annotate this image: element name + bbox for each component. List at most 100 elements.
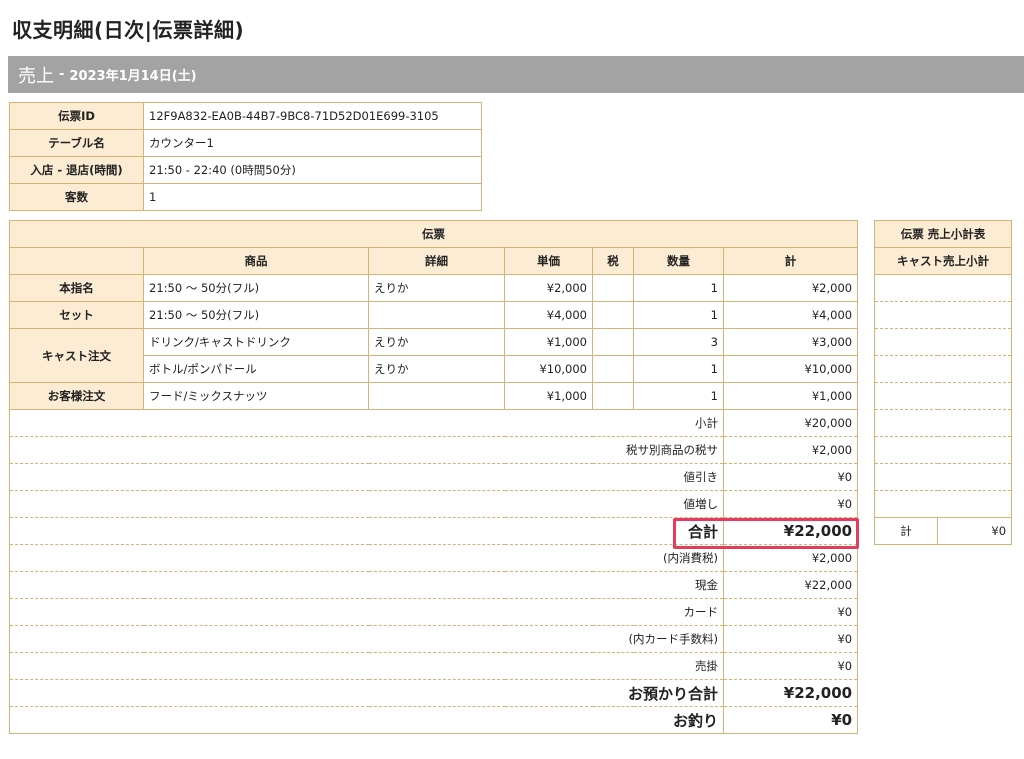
section-header: 売上 - 2023年1月14日(土) bbox=[8, 56, 1024, 93]
row-product: 21:50 〜 50分(フル) bbox=[143, 274, 369, 302]
row-qty: 1 bbox=[633, 274, 724, 302]
row-total: ¥2,000 bbox=[722, 274, 859, 302]
row-qty: 3 bbox=[633, 328, 724, 356]
row-total: ¥3,000 bbox=[722, 328, 859, 356]
row-product: フード/ミックスナッツ bbox=[143, 382, 369, 410]
row-total: ¥10,000 bbox=[722, 355, 859, 383]
cast-total-label: 計 bbox=[874, 517, 938, 545]
cast-table-subtitle: キャスト売上小計 bbox=[873, 247, 1013, 275]
cast-empty-row bbox=[873, 328, 1013, 356]
cast-table-title: 伝票 売上小計表 bbox=[873, 220, 1013, 248]
summary-row-subtotal: 小計 ¥20,000 bbox=[9, 409, 859, 437]
summary-label: (内消費税) bbox=[633, 544, 724, 572]
row-category: お客様注文 bbox=[9, 382, 144, 410]
received-value: ¥22,000 bbox=[722, 679, 859, 707]
summary-value: ¥0 bbox=[722, 625, 859, 653]
cast-empty-row bbox=[873, 301, 1013, 329]
cast-empty-row bbox=[873, 490, 1013, 518]
row-unit-price: ¥4,000 bbox=[504, 301, 593, 329]
row-category: 本指名 bbox=[9, 274, 144, 302]
header-product: 商品 bbox=[143, 247, 369, 275]
section-date: 2023年1月14日(土) bbox=[69, 69, 197, 84]
section-separator: - bbox=[59, 67, 65, 82]
info-row-slip-id: 伝票ID 12F9A832-EA0B-44B7-9BC8-71D52D01E69… bbox=[9, 102, 482, 130]
row-qty: 1 bbox=[633, 301, 724, 329]
cast-empty-row bbox=[873, 382, 1013, 410]
summary-value: ¥2,000 bbox=[722, 544, 859, 572]
total-label: 合計 bbox=[633, 517, 724, 545]
row-category: セット bbox=[9, 301, 144, 329]
row-tax bbox=[592, 301, 634, 329]
cast-empty-row bbox=[873, 409, 1013, 437]
row-detail: えりか bbox=[368, 328, 505, 356]
info-value: カウンター1 bbox=[143, 129, 482, 157]
cast-empty-row bbox=[873, 355, 1013, 383]
change-value: ¥0 bbox=[722, 706, 859, 734]
row-unit-price: ¥2,000 bbox=[504, 274, 593, 302]
summary-label: 税サ別商品の税サ bbox=[592, 436, 724, 464]
summary-label: 値増し bbox=[633, 490, 724, 518]
info-value: 1 bbox=[143, 183, 482, 211]
cast-empty-row bbox=[873, 436, 1013, 464]
summary-label: 売掛 bbox=[633, 652, 724, 680]
row-total: ¥4,000 bbox=[722, 301, 859, 329]
header-tax: 税 bbox=[592, 247, 634, 275]
row-category: キャスト注文 bbox=[9, 328, 144, 383]
summary-label: カード bbox=[633, 598, 724, 626]
summary-row-change: お釣り ¥0 bbox=[9, 706, 859, 734]
cast-empty-row bbox=[873, 274, 1013, 302]
row-unit-price: ¥1,000 bbox=[504, 382, 593, 410]
row-tax bbox=[592, 274, 634, 302]
row-detail bbox=[368, 382, 505, 410]
info-row-time: 入店 - 退店(時間) 21:50 - 22:40 (0時間50分) bbox=[9, 156, 482, 184]
total-value: ¥22,000 bbox=[722, 517, 859, 545]
info-value: 21:50 - 22:40 (0時間50分) bbox=[143, 156, 482, 184]
header-category bbox=[9, 247, 144, 275]
slip-header-row: 商品 詳細 単価 税 数量 計 bbox=[9, 247, 859, 275]
info-row-guests: 客数 1 bbox=[9, 183, 482, 211]
info-row-table-name: テーブル名 カウンター1 bbox=[9, 129, 482, 157]
cast-subtotal-table: 伝票 売上小計表 キャスト売上小計 計 ¥0 bbox=[873, 220, 1013, 545]
cast-total-row: 計 ¥0 bbox=[874, 517, 1013, 545]
summary-value: ¥0 bbox=[722, 598, 859, 626]
slip-detail-table: 伝票 商品 詳細 単価 税 数量 計 本指名 21:50 〜 50分(フル) え… bbox=[8, 220, 859, 734]
row-qty: 1 bbox=[633, 355, 724, 383]
summary-value: ¥0 bbox=[722, 652, 859, 680]
info-value: 12F9A832-EA0B-44B7-9BC8-71D52D01E699-310… bbox=[143, 102, 482, 130]
row-total: ¥1,000 bbox=[722, 382, 859, 410]
info-label: 伝票ID bbox=[9, 102, 144, 130]
row-tax bbox=[592, 328, 634, 356]
summary-value: ¥0 bbox=[722, 463, 859, 491]
row-tax bbox=[592, 382, 634, 410]
received-label: お預かり合計 bbox=[592, 679, 724, 707]
header-unit-price: 単価 bbox=[504, 247, 593, 275]
summary-value: ¥2,000 bbox=[722, 436, 859, 464]
summary-row-consumption-tax: (内消費税) ¥2,000 bbox=[9, 544, 859, 572]
summary-row-total: 合計 ¥22,000 bbox=[9, 517, 859, 545]
summary-row-credit: 売掛 ¥0 bbox=[9, 652, 859, 680]
cast-empty-row bbox=[873, 463, 1013, 491]
row-detail bbox=[368, 301, 505, 329]
info-label: テーブル名 bbox=[9, 129, 144, 157]
header-detail: 詳細 bbox=[368, 247, 505, 275]
header-qty: 数量 bbox=[633, 247, 724, 275]
summary-value: ¥0 bbox=[722, 490, 859, 518]
slip-table-title: 伝票 bbox=[8, 220, 859, 248]
summary-label: 現金 bbox=[633, 571, 724, 599]
summary-value: ¥22,000 bbox=[722, 571, 859, 599]
section-label: 売上 bbox=[18, 65, 54, 87]
row-detail: えりか bbox=[368, 274, 505, 302]
row-product: ドリンク/キャストドリンク bbox=[143, 328, 369, 356]
table-row: 本指名 21:50 〜 50分(フル) えりか ¥2,000 1 ¥2,000 bbox=[9, 274, 859, 302]
row-unit-price: ¥1,000 bbox=[504, 328, 593, 356]
page-title: 収支明細(日次|伝票詳細) bbox=[12, 18, 245, 42]
slip-info-table: 伝票ID 12F9A832-EA0B-44B7-9BC8-71D52D01E69… bbox=[9, 102, 482, 211]
table-row: セット 21:50 〜 50分(フル) ¥4,000 1 ¥4,000 bbox=[9, 301, 859, 329]
table-row: キャスト注文 ドリンク/キャストドリンク えりか ¥1,000 3 ¥3,000 bbox=[9, 328, 859, 383]
cast-total-value: ¥0 bbox=[936, 517, 1013, 545]
row-detail: えりか bbox=[368, 355, 505, 383]
change-label: お釣り bbox=[633, 706, 724, 734]
summary-row-received: お預かり合計 ¥22,000 bbox=[9, 679, 859, 707]
row-qty: 1 bbox=[633, 382, 724, 410]
row-tax bbox=[592, 355, 634, 383]
